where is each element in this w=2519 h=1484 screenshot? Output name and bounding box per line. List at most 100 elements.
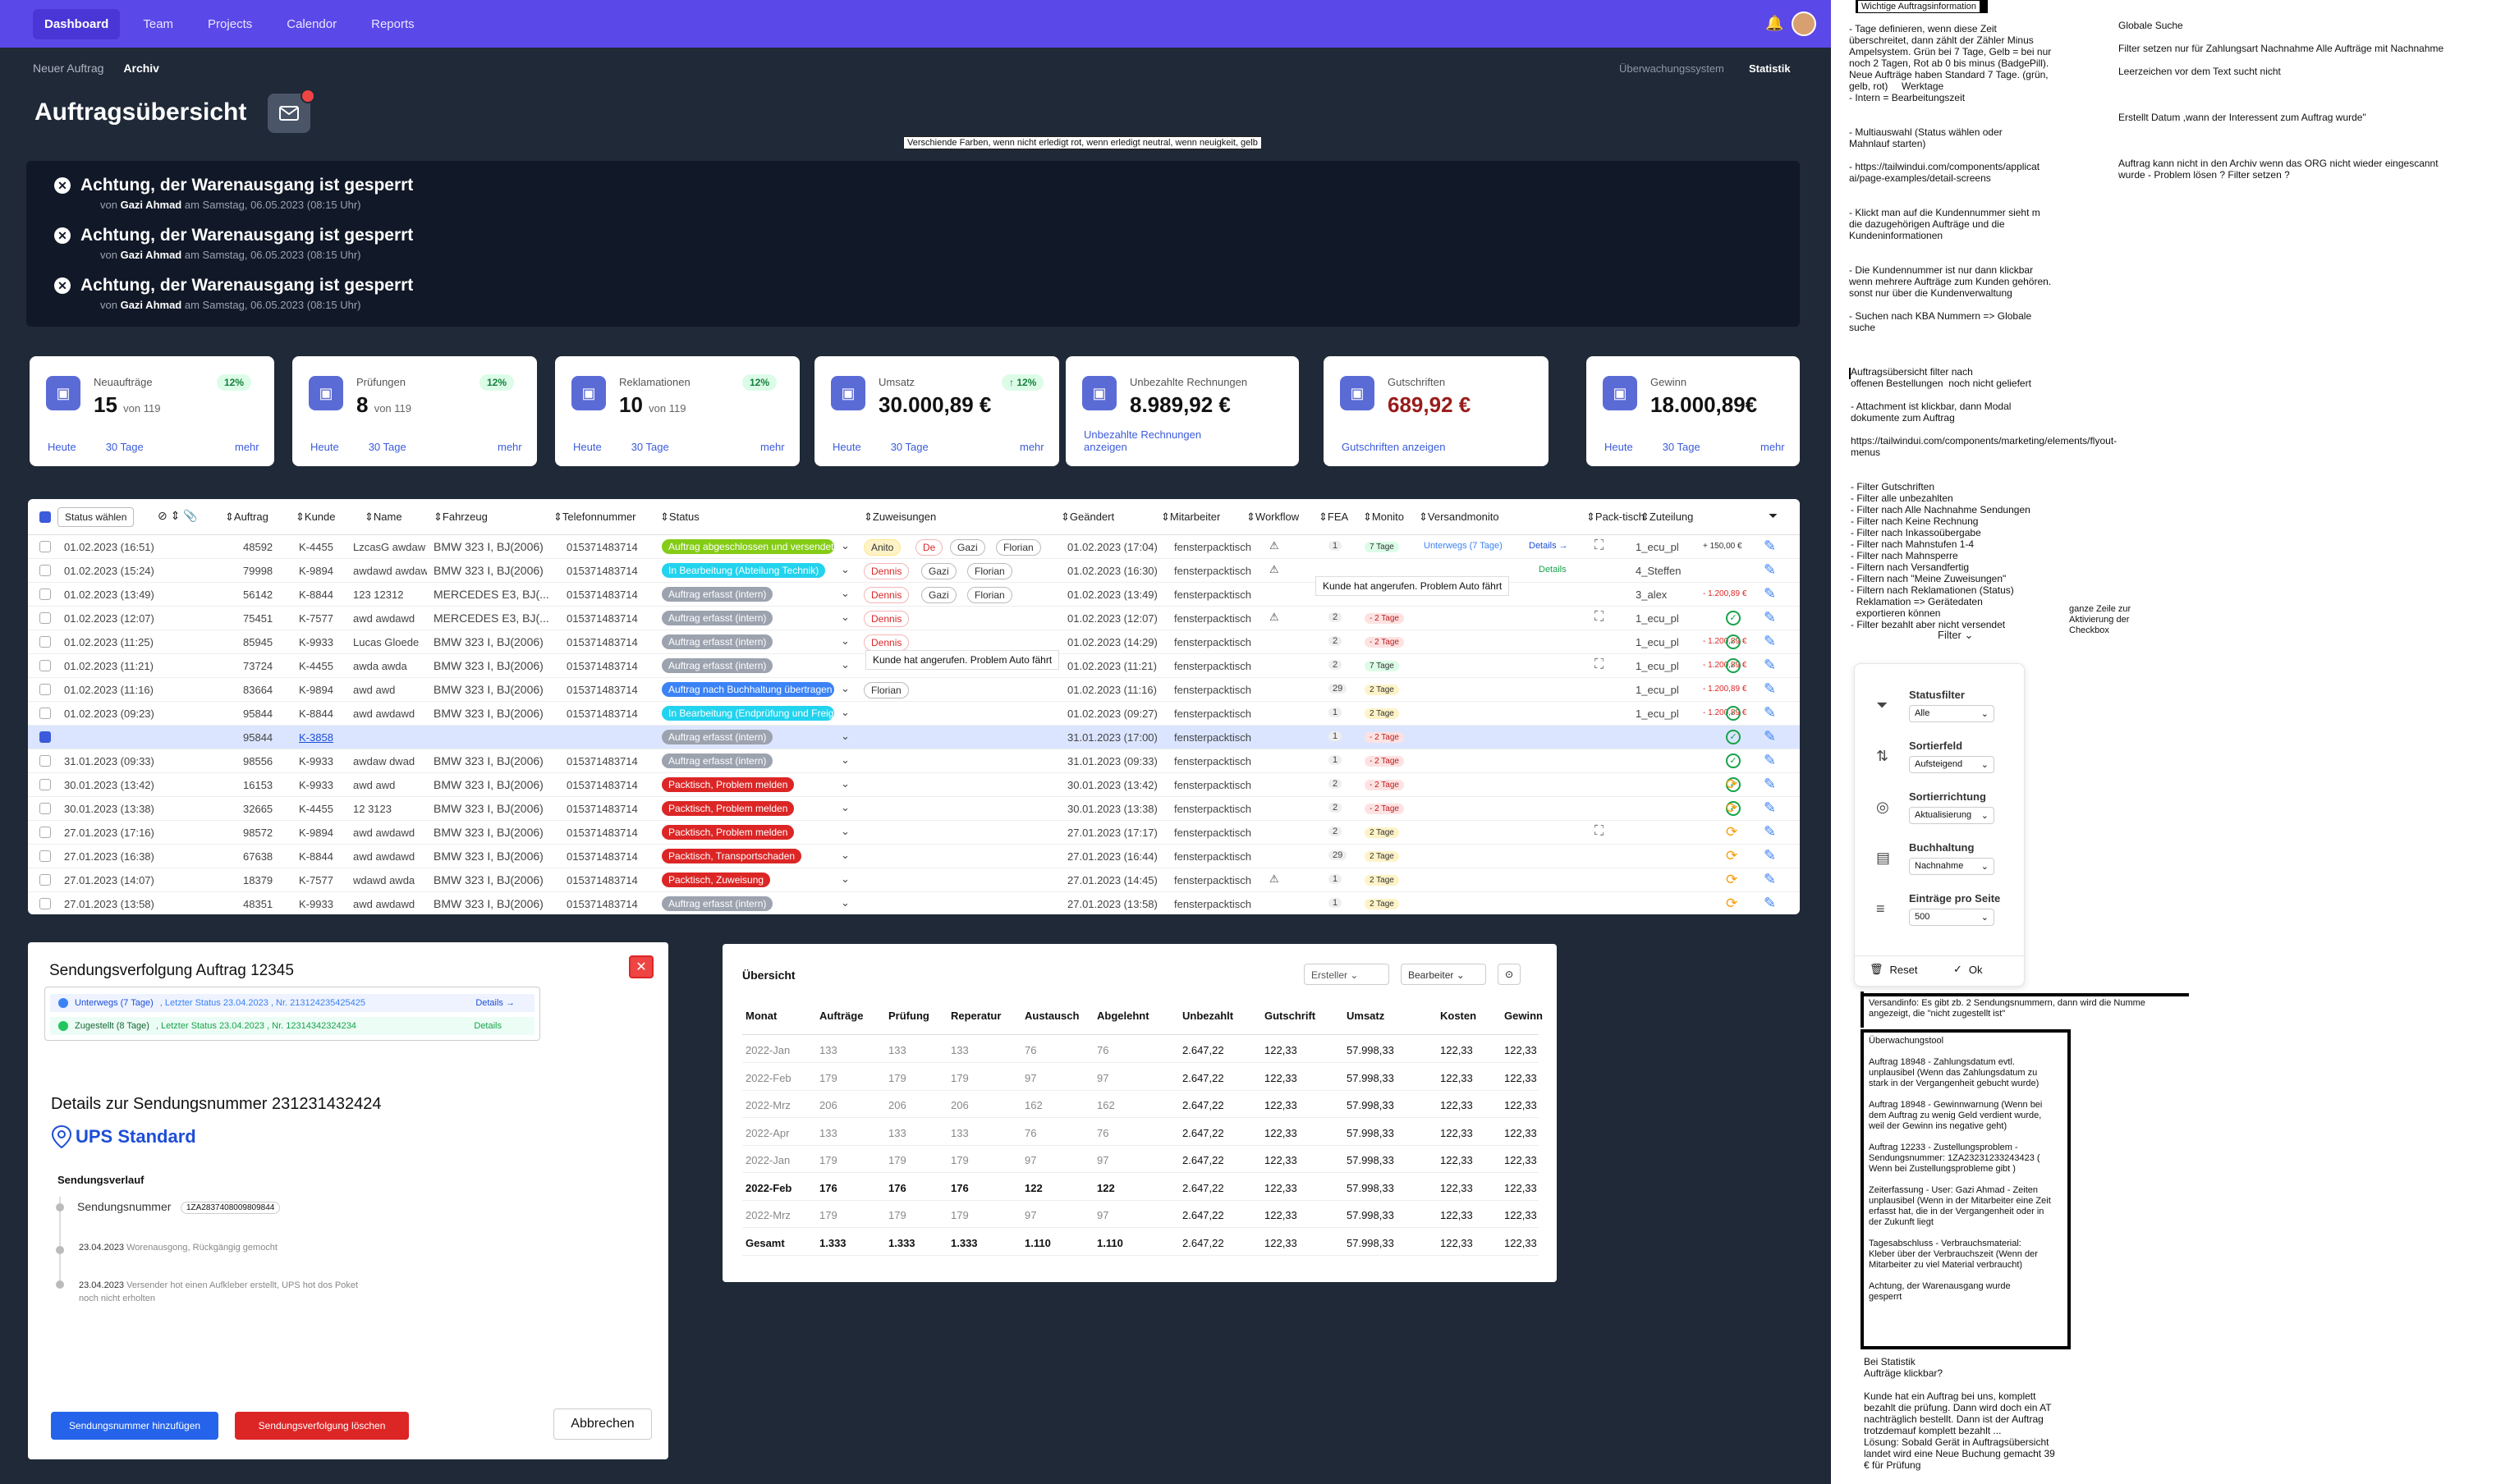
column-header[interactable]: ⇕Monito [1363,511,1404,524]
table-row[interactable]: 27.01.2023 (13:58) 48351 K-9933 awd awdawd B… [28,892,1800,914]
nav-item-0[interactable]: Dashboard [33,8,121,39]
order-number[interactable]: 16153 [243,779,273,791]
chevron-down-icon[interactable]: ⌄ [841,682,850,695]
order-number[interactable]: 56142 [243,589,273,601]
assignee-tag[interactable]: Dennis [864,611,910,627]
card-more-link[interactable]: mehr [1760,441,1785,453]
close-icon[interactable]: ✕ [629,955,654,978]
subnav-monitoring[interactable]: Überwachungssystem [1619,62,1724,75]
row-checkbox[interactable] [39,827,51,838]
chevron-down-icon[interactable]: ⌄ [841,706,850,719]
status-badge[interactable]: Auftrag erfasst (intern) [662,730,773,744]
column-header[interactable]: ⇕Auftrag [225,511,268,524]
chevron-down-icon[interactable]: ⌄ [841,896,850,909]
nav-item-4[interactable]: Reports [360,9,426,39]
status-badge[interactable]: Auftrag erfasst (intern) [662,611,773,625]
assignee-tag[interactable]: Dennis [864,634,910,651]
column-header[interactable]: ⇕Zuweisungen [864,511,936,524]
order-number[interactable]: 79998 [243,565,273,577]
creator-select[interactable]: Ersteller ⌄ [1304,964,1389,985]
editor-select[interactable]: Bearbeiter ⌄ [1401,964,1486,985]
status-badge[interactable]: Packtisch, Problem melden [662,825,795,840]
row-checkbox[interactable] [39,636,51,648]
filter-select[interactable]: Aufsteigend ⌄ [1909,756,1994,773]
edit-icon[interactable]: ✎ [1764,657,1776,674]
column-header[interactable]: ⇕Kunde [296,511,336,524]
close-icon[interactable]: ✕ [54,227,71,244]
delete-tracking-button[interactable]: Sendungsverfolgung löschen [235,1412,409,1440]
card-more-link[interactable]: mehr [235,441,259,453]
ok-button[interactable]: ✓ Ok [1953,963,1983,976]
edit-icon[interactable]: ✎ [1764,538,1776,555]
edit-icon[interactable]: ✎ [1764,776,1776,793]
chevron-down-icon[interactable]: ⌄ [841,777,850,790]
customer-number[interactable]: K-4455 [299,541,333,553]
assignee-tag[interactable]: Florian [996,539,1041,556]
packtable-icon[interactable]: ⛶ [1594,657,1604,672]
assignee-tag[interactable]: Florian [967,587,1012,603]
status-badge[interactable]: Auftrag erfasst (intern) [662,634,773,649]
table-row[interactable]: 01.02.2023 (11:16) 83664 K-9894 awd awd BMW … [28,678,1800,702]
column-header[interactable]: ⇕Mitarbeiter [1161,511,1220,524]
card-link-1[interactable]: Gutschriften anzeigen [1342,441,1445,453]
order-number[interactable]: 67638 [243,850,273,863]
assignee-tag[interactable]: Dennis [864,587,910,603]
card-link-2[interactable]: 30 Tage [1663,441,1700,453]
cancel-button[interactable]: Abbrechen [553,1408,652,1440]
customer-number[interactable]: K-3858 [299,731,333,744]
chevron-down-icon[interactable]: ⌄ [841,825,850,838]
add-tracking-button[interactable]: Sendungsnummer hinzufügen [51,1412,218,1440]
column-header[interactable]: ⇕Pack-tisch [1586,511,1645,524]
overview-cell[interactable]: 2022-Jan [746,1044,790,1056]
order-number[interactable]: 98556 [243,755,273,767]
row-checkbox[interactable] [39,589,51,600]
card-more-link[interactable]: mehr [498,441,522,453]
order-number[interactable]: 32665 [243,803,273,815]
overview-cell[interactable]: 2022-Mrz [746,1209,791,1221]
chevron-down-icon[interactable]: ⌄ [841,611,850,624]
status-badge[interactable]: Auftrag erfasst (intern) [662,896,773,911]
table-row[interactable]: 95844 K-3858 Auftrag erfasst (intern) ⌄ 31.0… [28,726,1800,749]
edit-icon[interactable]: ✎ [1764,680,1776,698]
edit-icon[interactable]: ✎ [1764,585,1776,602]
row-checkbox[interactable] [39,779,51,790]
card-link-1[interactable]: Heute [833,441,861,453]
nav-item-3[interactable]: Calendor [275,9,348,39]
customer-number[interactable]: K-9933 [299,755,333,767]
status-badge[interactable]: Packtisch, Problem melden [662,777,795,792]
customer-number[interactable]: K-9894 [299,827,333,839]
customer-number[interactable]: K-9933 [299,779,333,791]
chevron-down-icon[interactable]: ⌄ [841,753,850,767]
chevron-down-icon[interactable]: ⌄ [841,849,850,862]
chevron-down-icon[interactable]: ⌄ [841,801,850,814]
avatar[interactable] [1792,11,1816,36]
overview-cell[interactable]: 2022-Feb [746,1072,791,1084]
chevron-down-icon[interactable]: ⌄ [841,634,850,648]
column-header[interactable]: ⇕Workflow [1246,511,1299,524]
status-badge[interactable]: Auftrag erfasst (intern) [662,753,773,768]
order-number[interactable]: 85945 [243,636,273,648]
packtable-icon[interactable]: ⛶ [1594,538,1604,553]
table-row[interactable]: 01.02.2023 (09:23) 95844 K-8844 awd awdawd B… [28,702,1800,726]
status-badge[interactable]: Auftrag erfasst (intern) [662,587,773,602]
status-badge[interactable]: Auftrag nach Buchhaltung übertragen [662,682,834,697]
packtable-icon[interactable]: ⛶ [1594,610,1604,625]
table-row[interactable]: 30.01.2023 (13:38) 32665 K-4455 12 3123 BMW … [28,797,1800,821]
filter-toggle[interactable]: Filter ⌄ [1938,629,1973,642]
customer-number[interactable]: K-7577 [299,874,333,886]
sort-icon[interactable]: ⊘ ⇕ 📎 [158,509,198,523]
card-link-1[interactable]: Heute [1604,441,1633,453]
row-checkbox[interactable] [39,684,51,695]
table-row[interactable]: 01.02.2023 (13:49) 56142 K-8844 123 12312 ME… [28,583,1800,607]
table-row[interactable]: 01.02.2023 (12:07) 75451 K-7577 awd awdawd M… [28,607,1800,630]
edit-icon[interactable]: ✎ [1764,847,1776,864]
filter-select[interactable]: 500 ⌄ [1909,909,1994,926]
table-row[interactable]: 01.02.2023 (16:51) 48592 K-4455 LzcasG awda… [28,535,1800,559]
filter-select[interactable]: Alle ⌄ [1909,705,1994,722]
assignee-tag[interactable]: Dennis [864,563,910,579]
table-row[interactable]: 01.02.2023 (15:24) 79998 K-9894 awdawd awda… [28,559,1800,583]
row-checkbox[interactable] [39,541,51,552]
chevron-down-icon[interactable]: ⌄ [841,658,850,671]
customer-number[interactable]: K-8844 [299,708,333,720]
status-badge[interactable]: In Bearbeitung (Abteilung Technik) [662,563,826,578]
